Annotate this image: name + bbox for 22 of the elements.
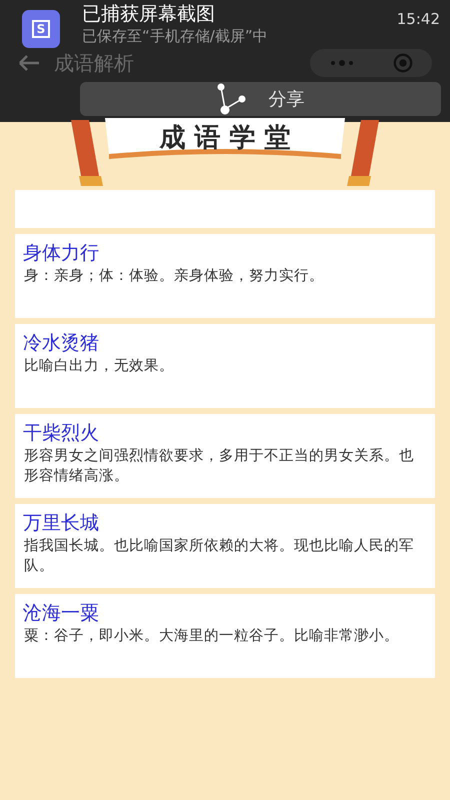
notification-subtitle: 已保存至“手机存储/截屏”中 [82, 26, 268, 46]
idiom-title: 干柴烈火 [23, 421, 100, 446]
idiom-definition: 形容男女之间强烈情欲要求，多用于不正当的男女关系。也形容情绪高涨。 [23, 446, 415, 486]
more-icon[interactable] [330, 60, 354, 66]
idiom-title: 沧海一粟 [23, 601, 100, 626]
back-arrow-icon[interactable] [18, 55, 40, 71]
screenshot-app-icon: S [22, 10, 60, 48]
close-target-icon[interactable] [392, 53, 412, 73]
idiom-definition: 比喻白出力，无效果。 [23, 357, 175, 376]
idiom-title: 万里长城 [23, 511, 100, 536]
notification-time: 15:42 [396, 10, 440, 28]
share-button[interactable]: 分享 [80, 82, 441, 116]
idiom-definition: 粟：谷子，即小米。大海里的一粒谷子。比喻非常渺小。 [23, 627, 400, 646]
page-title: 成语解析 [54, 50, 134, 76]
notification-title: 已捕获屏幕截图 [82, 2, 216, 26]
share-icon [216, 83, 246, 115]
idiom-definition: 指我国长城。也比喻国家所依赖的大将。现也比喻人民的军队。 [23, 536, 415, 576]
capsule-menu[interactable] [310, 49, 432, 77]
idiom-title: 身体力行 [23, 241, 100, 266]
idiom-title: 冷水烫猪 [23, 331, 100, 356]
banner-title: 成 语 学 堂 [158, 122, 292, 155]
idiom-definition: 身：亲身；体：体验。亲身体验，努力实行。 [23, 266, 325, 286]
